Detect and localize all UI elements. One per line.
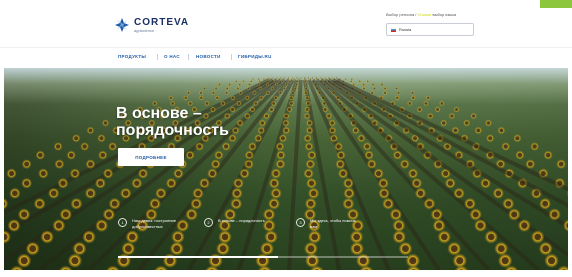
slider-item[interactable]: 1 Наш девиз: построение добросовестных bbox=[118, 218, 184, 230]
region-prompt-text: Выбор региона / bbox=[386, 12, 418, 17]
region-select[interactable]: Russia bbox=[386, 23, 474, 36]
corteva-logo-icon bbox=[115, 18, 129, 32]
slider-text: Мы здесь, чтобы помочь вам bbox=[310, 218, 356, 229]
logo-subtitle: agriscience bbox=[134, 27, 155, 33]
corner-accent bbox=[540, 0, 572, 8]
hero-headline-line2: порядочность bbox=[116, 122, 229, 139]
slider-progress bbox=[118, 256, 408, 258]
sunflower-field-image bbox=[4, 77, 568, 270]
region-prompt-tail: выбор языка bbox=[431, 12, 457, 17]
nav-divider bbox=[157, 54, 158, 60]
hero-banner bbox=[4, 68, 568, 270]
nav-item-products[interactable]: ПРОДУКТЫ bbox=[118, 54, 146, 59]
nav-item-hybrids[interactable]: ГИБРИДЫ.RU bbox=[238, 54, 272, 59]
corteva-logo[interactable]: CORTEVA agriscience bbox=[114, 17, 189, 33]
region-prompt: Выбор региона / Choose выбор языка bbox=[386, 12, 456, 17]
hero-headline: В основе – порядочность bbox=[116, 105, 229, 139]
slider-text: Наш девиз: построение добросовестных bbox=[132, 218, 176, 229]
nav-divider bbox=[231, 54, 232, 60]
region-prompt-accent: Choose bbox=[417, 12, 432, 17]
logo-name: CORTEVA bbox=[134, 16, 190, 28]
slider-number: 1 bbox=[118, 218, 127, 227]
hero-cta-button[interactable]: ПОДРОБНЕЕ bbox=[118, 148, 184, 166]
slider-progress-fill bbox=[118, 256, 278, 258]
slider-item[interactable]: 3 Мы здесь, чтобы помочь вам bbox=[296, 218, 362, 230]
region-select-value: Russia bbox=[399, 27, 412, 32]
slider-number: 3 bbox=[296, 218, 305, 227]
slider-text: В основе – порядочность bbox=[218, 218, 265, 223]
slider-item[interactable]: 2 В основе – порядочность bbox=[204, 218, 270, 227]
main-nav: ПРОДУКТЫ О НАС НОВОСТИ ГИБРИДЫ.RU bbox=[0, 47, 572, 68]
russia-flag-icon bbox=[390, 27, 397, 32]
nav-divider bbox=[188, 54, 189, 60]
site-header: CORTEVA agriscience Выбор региона / Choo… bbox=[0, 0, 572, 47]
slider-number: 2 bbox=[204, 218, 213, 227]
nav-item-about[interactable]: О НАС bbox=[164, 54, 180, 59]
nav-item-news[interactable]: НОВОСТИ bbox=[196, 54, 221, 59]
hero-headline-line1: В основе – bbox=[116, 105, 202, 122]
